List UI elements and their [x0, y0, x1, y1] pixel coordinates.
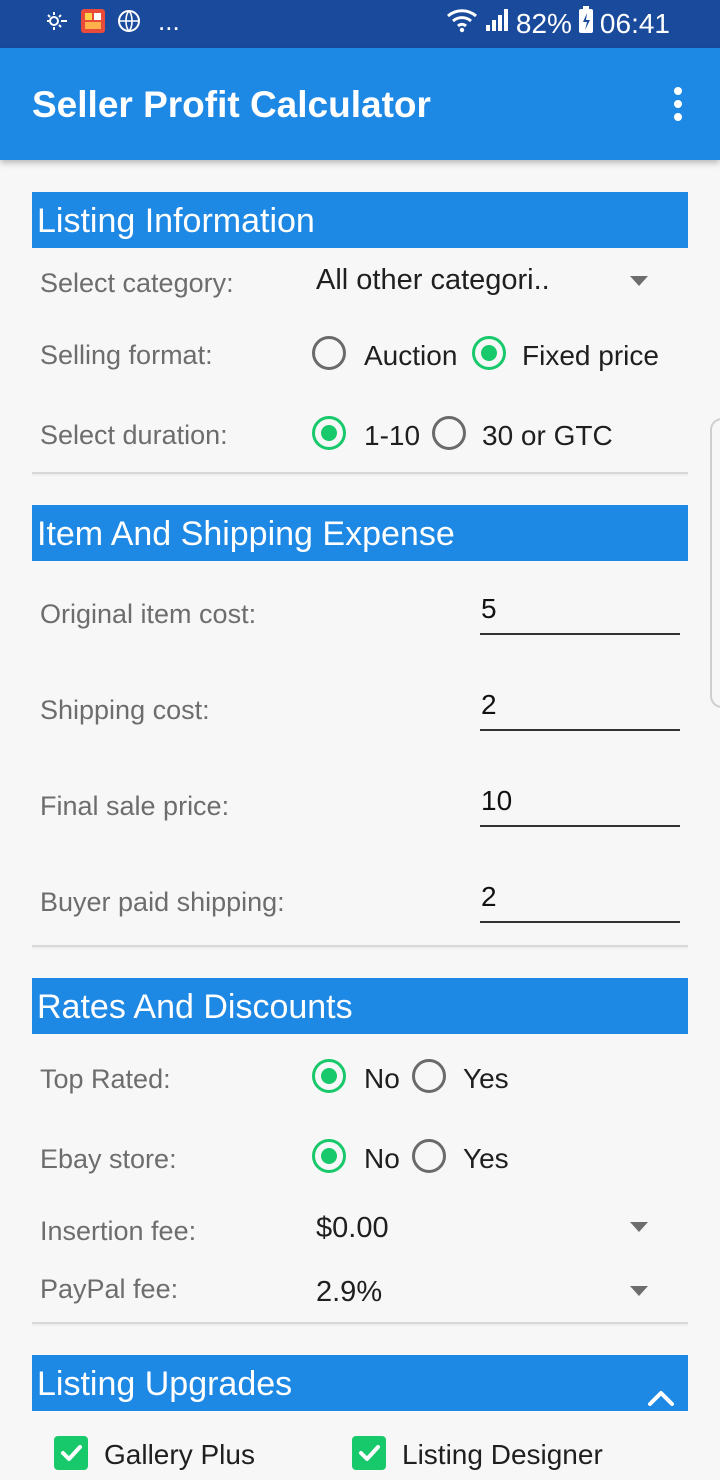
category-label: Select category:: [40, 268, 234, 298]
rates-discounts-section: Rates And Discounts Top Rated: No Yes Eb…: [32, 978, 688, 1324]
listing-designer-label[interactable]: Listing Designer: [402, 1439, 603, 1471]
rates-discounts-header: Rates And Discounts: [32, 978, 688, 1034]
gallery-plus-label[interactable]: Gallery Plus: [104, 1439, 255, 1471]
radio-duration-1-10-label[interactable]: 1-10: [364, 420, 420, 452]
radio-fixed-price-label[interactable]: Fixed price: [522, 340, 659, 372]
insertion-fee-value: $0.00: [316, 1212, 389, 1244]
original-item-cost-label: Original item cost:: [40, 599, 257, 629]
status-bar: ... 82% 06:41: [0, 0, 720, 48]
app-title: Seller Profit Calculator: [32, 84, 431, 125]
check-icon: [61, 1445, 82, 1461]
radio-top-rated-no[interactable]: [312, 1059, 346, 1093]
battery-icon: [578, 6, 594, 41]
section-divider: [32, 472, 688, 474]
radio-duration-1-10[interactable]: [312, 416, 346, 450]
radio-ebay-store-yes-label[interactable]: Yes: [463, 1143, 509, 1175]
radio-duration-30-gtc[interactable]: [432, 416, 466, 450]
radio-auction-label[interactable]: Auction: [364, 340, 457, 372]
check-icon: [359, 1445, 380, 1461]
radio-ebay-store-yes[interactable]: [412, 1139, 446, 1173]
buyer-paid-shipping-input[interactable]: 2: [480, 875, 680, 923]
category-dropdown[interactable]: All other categori..: [314, 260, 654, 306]
paypal-fee-label: PayPal fee:: [40, 1274, 179, 1304]
category-value: All other categori..: [316, 264, 550, 296]
radio-auction[interactable]: [312, 336, 346, 370]
clock: 06:41: [599, 7, 670, 39]
insertion-fee-label: Insertion fee:: [40, 1216, 197, 1246]
paypal-fee-value: 2.9%: [316, 1276, 383, 1308]
section-divider: [32, 1322, 688, 1324]
listing-upgrades-section: Listing Upgrades Gallery Plus Listing De…: [32, 1355, 688, 1470]
chevron-down-icon: [630, 1222, 648, 1232]
radio-fixed-price[interactable]: [472, 336, 506, 370]
top-rated-label: Top Rated:: [40, 1064, 171, 1094]
scroll-edge-handle[interactable]: [710, 418, 720, 708]
radio-top-rated-yes-label[interactable]: Yes: [463, 1063, 509, 1095]
item-shipping-section: Item And Shipping Expense Original item …: [32, 505, 688, 947]
listing-upgrades-header[interactable]: Listing Upgrades: [32, 1355, 688, 1411]
listing-upgrades-title: Listing Upgrades: [37, 1365, 293, 1403]
status-bar-notifications: ...: [44, 8, 180, 34]
radio-top-rated-no-label[interactable]: No: [364, 1063, 400, 1095]
item-shipping-header: Item And Shipping Expense: [32, 505, 688, 561]
chevron-down-icon: [630, 1286, 648, 1296]
ebay-store-label: Ebay store:: [40, 1144, 177, 1174]
duration-label: Select duration:: [40, 420, 228, 450]
final-sale-price-input[interactable]: 10: [480, 779, 680, 827]
chevron-up-icon[interactable]: [646, 1369, 676, 1406]
gallery-icon: [80, 8, 106, 34]
wifi-icon: [446, 7, 478, 40]
paypal-fee-dropdown[interactable]: 2.9%: [314, 1270, 654, 1314]
shipping-cost-label: Shipping cost:: [40, 695, 210, 725]
selling-format-label: Selling format:: [40, 340, 213, 370]
listing-designer-checkbox[interactable]: [352, 1436, 386, 1470]
buyer-paid-shipping-label: Buyer paid shipping:: [40, 887, 285, 917]
status-bar-system: 82% 06:41: [446, 6, 670, 41]
battery-percent: 82%: [515, 7, 572, 39]
radio-top-rated-yes[interactable]: [412, 1059, 446, 1093]
more-notifications-text: ...: [158, 6, 180, 36]
weather-icon: [44, 8, 70, 34]
radio-ebay-store-no-label[interactable]: No: [364, 1143, 400, 1175]
insertion-fee-dropdown[interactable]: $0.00: [314, 1206, 654, 1250]
section-divider: [32, 945, 688, 947]
shipping-cost-input[interactable]: 2: [480, 683, 680, 731]
original-item-cost-input[interactable]: 5: [480, 587, 680, 635]
final-sale-price-label: Final sale price:: [40, 791, 230, 821]
gallery-plus-checkbox[interactable]: [54, 1436, 88, 1470]
signal-icon: [484, 7, 510, 40]
app-bar: Seller Profit Calculator: [0, 48, 720, 160]
radio-ebay-store-no[interactable]: [312, 1139, 346, 1173]
globe-icon: [116, 8, 142, 34]
listing-information-section: Listing Information Select category: All…: [32, 192, 688, 474]
chevron-down-icon: [630, 276, 648, 286]
listing-information-header: Listing Information: [32, 192, 688, 248]
radio-duration-30-gtc-label[interactable]: 30 or GTC: [482, 420, 613, 452]
more-vert-icon[interactable]: [666, 84, 690, 124]
